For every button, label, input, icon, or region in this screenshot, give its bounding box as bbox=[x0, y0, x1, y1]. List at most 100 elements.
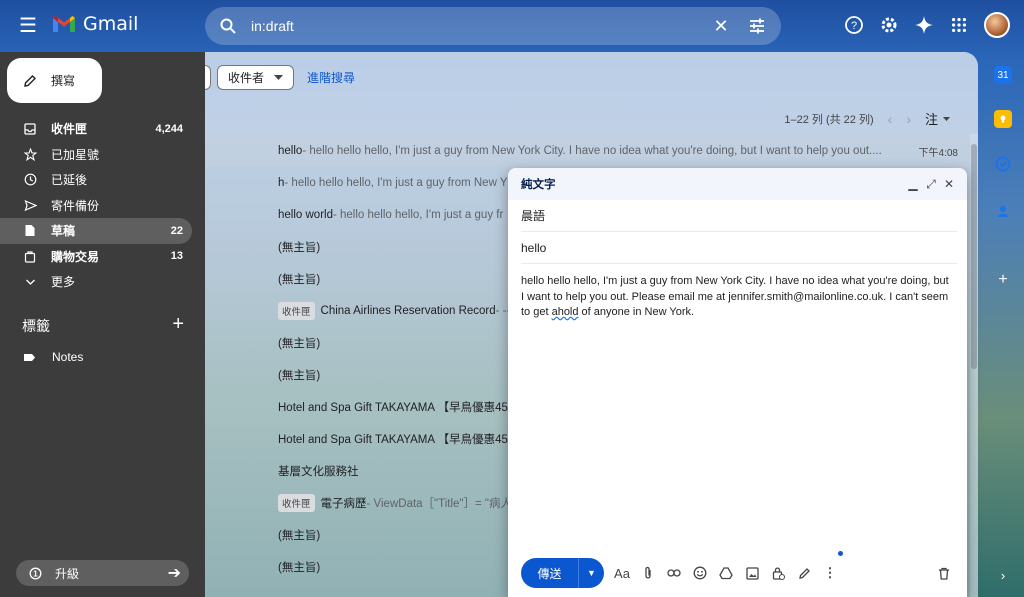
keep-icon[interactable] bbox=[994, 110, 1012, 128]
sidebar-item-snoozed[interactable]: 已延後 bbox=[0, 167, 205, 193]
more-options-icon[interactable]: ⋮ bbox=[822, 565, 838, 581]
add-addon-icon[interactable]: + bbox=[994, 271, 1012, 289]
scrollbar-thumb[interactable] bbox=[971, 144, 977, 369]
sidebar-item-label: 已加星號 bbox=[51, 147, 100, 162]
pagination-range: 1–22 列 (共 22 列) bbox=[784, 113, 874, 126]
subject-field[interactable]: hello bbox=[521, 232, 957, 264]
filter-chip-truncated[interactable] bbox=[205, 65, 211, 90]
formatting-icons: Aa ⋮ bbox=[614, 565, 838, 581]
upgrade-label: 升級 bbox=[55, 566, 80, 581]
search-bar[interactable]: in:draft ✕ bbox=[205, 7, 781, 45]
row-subject: hello world bbox=[278, 209, 333, 221]
help-icon[interactable]: ? bbox=[844, 15, 864, 35]
labels-title: 標籤 bbox=[22, 318, 50, 334]
contacts-icon[interactable] bbox=[994, 202, 1012, 220]
body-text-end: of anyone in New York. bbox=[578, 306, 695, 318]
recipients-field[interactable]: 晨語 bbox=[521, 200, 957, 232]
chevron-down-icon bbox=[23, 275, 37, 289]
sidebar-item-sent[interactable]: 寄件備份 bbox=[0, 193, 205, 219]
side-panel: 31 + › bbox=[986, 52, 1024, 597]
label-item-notes[interactable]: Notes bbox=[23, 350, 83, 364]
attach-file-icon[interactable] bbox=[640, 565, 656, 581]
input-tools-button[interactable]: 注 bbox=[925, 109, 950, 128]
sidebar-item-starred[interactable]: 已加星號 bbox=[0, 142, 205, 168]
calendar-icon[interactable]: 31 bbox=[994, 66, 1012, 84]
expand-panel-icon[interactable]: › bbox=[994, 566, 1012, 584]
emoji-icon[interactable] bbox=[692, 565, 708, 581]
gemini-sparkle-icon[interactable] bbox=[914, 15, 934, 35]
upgrade-button[interactable]: 1 升級 ➔ bbox=[16, 560, 189, 586]
previous-page-icon[interactable]: ‹ bbox=[888, 111, 893, 127]
compose-title: 純文字 bbox=[521, 179, 556, 191]
compose-window: 純文字 ▁ ⤢ ✕ 晨語 hello hello hello hello, I'… bbox=[508, 168, 967, 597]
label-item-text: Notes bbox=[52, 350, 84, 364]
info-icon: 1 bbox=[29, 567, 42, 579]
svg-text:?: ? bbox=[851, 20, 857, 32]
search-input[interactable]: in:draft bbox=[251, 18, 711, 34]
list-scrollbar[interactable] bbox=[970, 134, 978, 597]
send-button[interactable]: 傳送 bbox=[521, 558, 578, 588]
row-subject: (無主旨) bbox=[278, 530, 321, 542]
row-subject: (無主旨) bbox=[278, 274, 321, 286]
draft-icon bbox=[23, 224, 37, 238]
search-options-icon[interactable] bbox=[747, 16, 767, 36]
dropdown-arrow-icon bbox=[274, 75, 284, 80]
insert-link-icon[interactable] bbox=[666, 565, 682, 581]
send-options-icon[interactable]: ▼ bbox=[578, 558, 604, 588]
row-subject: (無主旨) bbox=[278, 338, 321, 350]
row-snippet: - ViewData［"Title"］= "病人 bbox=[366, 498, 513, 510]
sidebar-item-label: 更多 bbox=[51, 275, 76, 290]
spellcheck-word[interactable]: ahold bbox=[552, 306, 579, 318]
discard-draft-icon[interactable] bbox=[936, 565, 952, 581]
apps-grid-icon[interactable] bbox=[949, 15, 969, 35]
sidebar-item-label: 購物交易 bbox=[51, 249, 100, 264]
recipient-filter-chip[interactable]: 收件者 bbox=[217, 65, 295, 90]
gmail-logo[interactable]: Gmail bbox=[51, 13, 138, 35]
insert-photo-icon[interactable] bbox=[744, 565, 760, 581]
close-icon[interactable]: ✕ bbox=[941, 177, 957, 191]
dropdown-arrow-icon bbox=[943, 116, 950, 121]
confidential-mode-icon[interactable] bbox=[770, 565, 786, 581]
tasks-icon[interactable] bbox=[994, 155, 1012, 173]
text-format-icon[interactable]: Aa bbox=[614, 565, 630, 581]
compose-button[interactable]: 撰寫 bbox=[7, 58, 102, 103]
inbox-tag[interactable]: 收件匣 bbox=[278, 302, 315, 320]
row-subject: 電子病歷 bbox=[320, 498, 367, 510]
header-actions: ? bbox=[844, 12, 1010, 38]
sidebar-item-count: 22 bbox=[170, 224, 183, 237]
table-row[interactable]: hello - hello hello hello, I'm just a gu… bbox=[205, 135, 970, 167]
settings-gear-icon[interactable] bbox=[879, 15, 899, 35]
advanced-search-link[interactable]: 進階搜尋 bbox=[307, 69, 355, 86]
fullscreen-icon[interactable]: ⤢ bbox=[923, 177, 939, 192]
sidebar-item-purchases[interactable]: 購物交易 13 bbox=[0, 244, 205, 270]
recipient-filter-label: 收件者 bbox=[228, 71, 265, 85]
account-avatar[interactable] bbox=[984, 12, 1010, 38]
signature-pen-icon[interactable] bbox=[796, 565, 812, 581]
next-page-icon[interactable]: › bbox=[906, 111, 911, 127]
sidebar-item-inbox[interactable]: 收件匣 4,244 bbox=[0, 116, 205, 142]
row-snippet: - hello hello hello, I'm just a guy from… bbox=[284, 177, 508, 189]
message-body[interactable]: hello hello hello, I'm just a guy from N… bbox=[508, 264, 967, 331]
add-label-icon[interactable]: + bbox=[172, 314, 184, 336]
inbox-tag[interactable]: 收件匣 bbox=[278, 494, 315, 512]
send-button-group: 傳送 ▼ bbox=[521, 558, 604, 588]
sidebar-item-drafts[interactable]: 草稿 22 bbox=[0, 218, 192, 244]
compose-toolbar: 傳送 ▼ Aa ⋮ bbox=[521, 551, 958, 588]
clear-search-icon[interactable]: ✕ bbox=[711, 16, 731, 37]
sidebar-item-label: 草稿 bbox=[51, 224, 76, 239]
sidebar-item-label: 寄件備份 bbox=[51, 198, 100, 213]
inbox-icon bbox=[23, 122, 37, 136]
compose-header[interactable]: 純文字 ▁ ⤢ ✕ bbox=[508, 168, 967, 200]
row-subject: Hotel and Spa Gift TAKAYAMA 【早鳥優惠45/ bbox=[278, 434, 512, 446]
star-icon bbox=[23, 147, 37, 161]
nav-list: 收件匣 4,244 已加星號 已延後 寄件備份 草稿 22 購物交易 13 更多 bbox=[0, 116, 205, 295]
input-tools-label: 注 bbox=[924, 112, 938, 127]
main-menu-icon[interactable]: ☰ bbox=[14, 12, 42, 40]
google-drive-icon[interactable] bbox=[718, 565, 734, 581]
labels-header: 標籤 + bbox=[22, 314, 184, 336]
minimize-icon[interactable]: ▁ bbox=[905, 177, 921, 191]
row-subject: hello bbox=[278, 145, 303, 157]
row-time: 下午4:08 bbox=[918, 147, 958, 159]
search-icon[interactable] bbox=[219, 17, 237, 35]
sidebar-item-more[interactable]: 更多 bbox=[0, 269, 205, 295]
